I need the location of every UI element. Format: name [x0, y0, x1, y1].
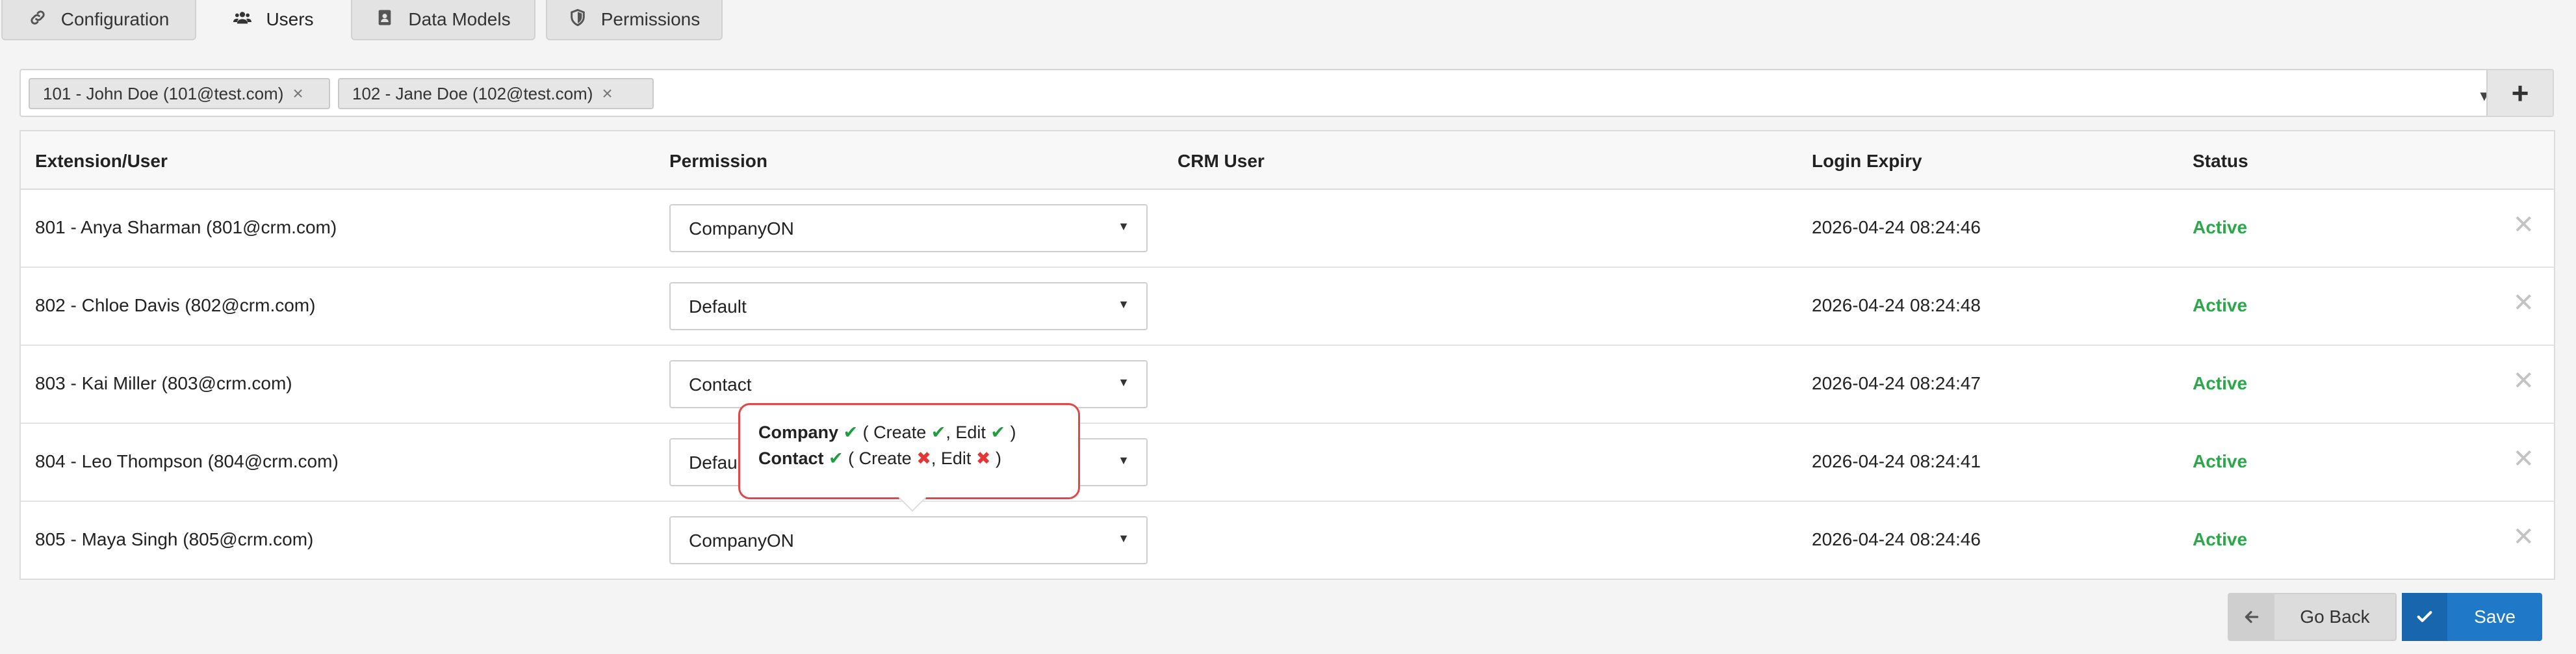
selected-user-chip: 102 - Jane Doe (102@test.com) ×: [338, 78, 654, 109]
user-multiselect[interactable]: 101 - John Doe (101@test.com) × 102 - Ja…: [19, 69, 2554, 117]
action-label: Create: [858, 449, 912, 468]
header-login-expiry: Login Expiry: [1812, 151, 1922, 171]
check-icon: ✔: [829, 449, 844, 468]
login-expiry-cell: 2026-04-24 08:24:41: [1812, 451, 1981, 471]
selected-user-chip: 101 - John Doe (101@test.com) ×: [29, 78, 330, 109]
header-crm-user: CRM User: [1178, 151, 1265, 171]
dropdown-caret-icon: ▼: [1118, 220, 1129, 233]
check-icon: [2402, 593, 2447, 641]
dropdown-caret-icon: ▼: [1118, 454, 1129, 467]
tab-data-models[interactable]: Data Models: [351, 0, 535, 40]
button-label: Go Back: [2300, 607, 2370, 627]
plus-icon: +: [2511, 76, 2529, 110]
permission-select[interactable]: CompanyON ▼: [669, 516, 1148, 564]
table-row: 801 - Anya Sharman (801@crm.com) Company…: [21, 190, 2554, 268]
link-icon: [29, 8, 47, 31]
remove-row-icon[interactable]: ✕: [2512, 524, 2534, 550]
model-name: Contact: [758, 449, 824, 468]
cross-icon: ✖: [916, 449, 931, 468]
check-icon: ✔: [990, 423, 1006, 442]
table-row: 802 - Chloe Davis (802@crm.com) Default …: [21, 268, 2554, 346]
user-cell: 801 - Anya Sharman (801@crm.com): [35, 217, 337, 237]
permission-select[interactable]: Contact ▼: [669, 360, 1148, 408]
tab-label: Users: [266, 9, 314, 29]
user-cell: 802 - Chloe Davis (802@crm.com): [35, 295, 316, 315]
permission-value: Defau: [689, 452, 738, 473]
permission-value: Contact: [689, 374, 752, 395]
remove-row-icon[interactable]: ✕: [2512, 368, 2534, 394]
tab-permissions[interactable]: Permissions: [546, 0, 723, 40]
header-permission: Permission: [669, 151, 767, 171]
remove-chip-icon[interactable]: ×: [292, 85, 303, 103]
tab-configuration[interactable]: Configuration: [1, 0, 196, 40]
go-back-button[interactable]: Go Back: [2228, 593, 2397, 641]
user-cell: 804 - Leo Thompson (804@crm.com): [35, 451, 339, 471]
table-row: 805 - Maya Singh (805@crm.com) CompanyON…: [21, 502, 2554, 580]
status-badge: Active: [2193, 451, 2248, 471]
dropdown-caret-icon: ▼: [1118, 298, 1129, 311]
arrow-left-icon: [2229, 594, 2274, 640]
permission-tooltip: Company ✔ ( Create ✔, Edit ✔ ) Contact ✔…: [738, 403, 1080, 512]
user-cell: 803 - Kai Miller (803@crm.com): [35, 373, 292, 393]
login-expiry-cell: 2026-04-24 08:24:47: [1812, 373, 1981, 393]
tooltip-line-contact: Contact ✔ ( Create ✖, Edit ✖ ): [758, 449, 1002, 468]
remove-row-icon[interactable]: ✕: [2512, 446, 2534, 472]
permission-select[interactable]: CompanyON ▼: [669, 204, 1148, 252]
login-expiry-cell: 2026-04-24 08:24:46: [1812, 217, 1981, 237]
table-row: 803 - Kai Miller (803@crm.com) Contact ▼…: [21, 346, 2554, 424]
shield-icon: [569, 8, 587, 31]
tab-label: Permissions: [600, 9, 701, 29]
table-header: Extension/User Permission CRM User Login…: [21, 131, 2554, 190]
tab-label: Data Models: [408, 9, 511, 29]
model-name: Company: [758, 423, 839, 442]
status-badge: Active: [2193, 217, 2248, 237]
permission-value: CompanyON: [689, 530, 794, 551]
user-cell: 805 - Maya Singh (805@crm.com): [35, 529, 314, 549]
table-row: 804 - Leo Thompson (804@crm.com) Defau ▼…: [21, 424, 2554, 502]
header-status: Status: [2193, 151, 2248, 171]
login-expiry-cell: 2026-04-24 08:24:48: [1812, 295, 1981, 315]
tab-label: Configuration: [60, 9, 170, 29]
action-label: Edit: [940, 449, 972, 468]
remove-row-icon[interactable]: ✕: [2512, 290, 2534, 316]
permission-value: CompanyON: [689, 218, 794, 239]
cross-icon: ✖: [975, 449, 991, 468]
check-icon: ✔: [843, 423, 858, 442]
remove-chip-icon[interactable]: ×: [602, 85, 612, 103]
action-label: Create: [873, 423, 927, 442]
button-label: Save: [2474, 607, 2516, 627]
dropdown-caret-icon: ▼: [1118, 532, 1129, 545]
save-button[interactable]: Save: [2402, 593, 2542, 641]
tab-bar: Configuration Users Data Models Permissi…: [0, 0, 2576, 42]
status-badge: Active: [2193, 373, 2248, 393]
add-user-button[interactable]: +: [2486, 70, 2553, 116]
chip-label: 102 - Jane Doe (102@test.com): [352, 83, 593, 103]
users-table: Extension/User Permission CRM User Login…: [19, 130, 2555, 580]
dropdown-caret-icon: ▼: [1118, 376, 1129, 389]
remove-row-icon[interactable]: ✕: [2512, 212, 2534, 238]
action-label: Edit: [955, 423, 986, 442]
tab-users[interactable]: Users: [207, 0, 341, 40]
login-expiry-cell: 2026-04-24 08:24:46: [1812, 529, 1981, 549]
status-badge: Active: [2193, 529, 2248, 549]
users-icon: [233, 8, 252, 31]
header-extension-user: Extension/User: [35, 151, 168, 171]
status-badge: Active: [2193, 295, 2248, 315]
permission-select[interactable]: Default ▼: [669, 282, 1148, 330]
tooltip-line-company: Company ✔ ( Create ✔, Edit ✔ ): [758, 423, 1016, 442]
chip-label: 101 - John Doe (101@test.com): [43, 83, 284, 103]
address-book-icon: [376, 8, 394, 31]
check-icon: ✔: [931, 423, 946, 442]
permission-value: Default: [689, 296, 747, 317]
